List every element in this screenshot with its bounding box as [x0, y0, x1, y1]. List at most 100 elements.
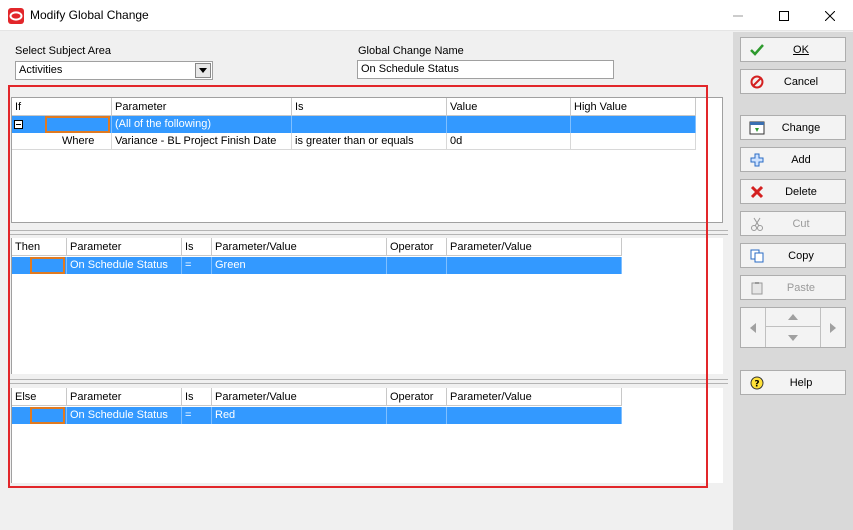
header-then[interactable]: Then — [12, 238, 67, 256]
global-change-name-label: Global Change Name — [358, 45, 464, 57]
collapse-icon[interactable] — [14, 120, 23, 129]
clipboard-icon — [751, 281, 763, 294]
arrow-left-icon — [750, 322, 756, 333]
table-row[interactable]: Where Variance - BL Project Finish Date … — [12, 133, 696, 150]
delete-button[interactable]: Delete — [740, 179, 846, 204]
header-is[interactable]: Is — [292, 98, 447, 116]
high-value-cell[interactable] — [571, 116, 696, 133]
ok-button[interactable]: OK — [740, 37, 846, 62]
subject-area-value: Activities — [19, 64, 63, 76]
focused-cell[interactable] — [45, 116, 110, 133]
header-is[interactable]: Is — [182, 238, 212, 256]
table-row[interactable]: (All of the following) — [12, 116, 696, 133]
high-value-cell[interactable] — [571, 133, 696, 150]
else-grid[interactable]: Else Parameter Is Parameter/Value Operat… — [11, 388, 723, 483]
cut-button[interactable]: Cut — [740, 211, 846, 236]
then-grid[interactable]: Then Parameter Is Parameter/Value Operat… — [11, 238, 723, 374]
if-grid-header: If Parameter Is Value High Value — [12, 98, 696, 116]
is-cell[interactable]: = — [182, 407, 212, 424]
value2-cell[interactable] — [447, 407, 622, 424]
app-logo-icon — [8, 8, 24, 24]
add-button[interactable]: Add — [740, 147, 846, 172]
header-parameter[interactable]: Parameter — [112, 98, 292, 116]
minimize-button[interactable] — [715, 0, 761, 31]
header-operator[interactable]: Operator — [387, 238, 447, 256]
focused-cell[interactable] — [30, 257, 65, 274]
move-down-button[interactable] — [766, 328, 820, 347]
header-parameter-value-2[interactable]: Parameter/Value — [447, 238, 622, 256]
header-high-value[interactable]: High Value — [571, 98, 696, 116]
is-cell[interactable]: is greater than or equals — [292, 133, 447, 150]
then-grid-header: Then Parameter Is Parameter/Value Operat… — [12, 238, 622, 256]
value-cell[interactable]: Green — [212, 257, 387, 274]
help-icon: ? — [750, 376, 764, 389]
header-parameter[interactable]: Parameter — [67, 238, 182, 256]
table-row[interactable]: On Schedule Status = Red — [12, 407, 622, 424]
header-parameter-value-2[interactable]: Parameter/Value — [447, 388, 622, 406]
focused-cell[interactable] — [30, 407, 65, 424]
copy-icon — [750, 249, 764, 262]
header-value[interactable]: Value — [447, 98, 571, 116]
scissors-icon — [751, 217, 763, 231]
subject-area-select[interactable]: Activities — [15, 61, 213, 80]
minimize-icon — [733, 15, 743, 16]
help-button[interactable]: ? Help — [740, 370, 846, 395]
splitter[interactable] — [8, 230, 728, 235]
header-operator[interactable]: Operator — [387, 388, 447, 406]
header-parameter[interactable]: Parameter — [67, 388, 182, 406]
plus-icon — [750, 153, 764, 166]
arrow-right-icon — [830, 322, 836, 333]
is-cell[interactable] — [292, 116, 447, 133]
parameter-cell[interactable]: Variance - BL Project Finish Date — [112, 133, 292, 150]
paste-button[interactable]: Paste — [740, 275, 846, 300]
maximize-icon — [779, 10, 789, 21]
move-pad — [740, 307, 846, 348]
cancel-button[interactable]: Cancel — [740, 69, 846, 94]
value2-cell[interactable] — [447, 257, 622, 274]
change-icon — [749, 121, 765, 134]
arrow-up-icon — [788, 314, 798, 320]
svg-text:?: ? — [754, 379, 759, 389]
parameter-cell[interactable]: On Schedule Status — [67, 407, 182, 424]
header-parameter-value[interactable]: Parameter/Value — [212, 388, 387, 406]
header-parameter-value[interactable]: Parameter/Value — [212, 238, 387, 256]
if-grid[interactable]: If Parameter Is Value High Value (All of… — [11, 97, 723, 223]
parameter-cell[interactable]: On Schedule Status — [67, 257, 182, 274]
value-cell[interactable] — [447, 116, 571, 133]
subject-area-label: Select Subject Area — [15, 45, 112, 57]
close-button[interactable] — [807, 0, 853, 31]
window-title: Modify Global Change — [30, 8, 149, 22]
global-change-name-value: On Schedule Status — [361, 63, 459, 75]
splitter[interactable] — [8, 379, 728, 384]
parameter-cell[interactable]: (All of the following) — [112, 116, 292, 133]
is-cell[interactable]: = — [182, 257, 212, 274]
table-row[interactable]: On Schedule Status = Green — [12, 257, 622, 274]
move-up-button[interactable] — [766, 308, 820, 327]
value-cell[interactable]: 0d — [447, 133, 571, 150]
chevron-down-icon — [199, 68, 207, 73]
global-change-name-input[interactable]: On Schedule Status — [357, 60, 614, 79]
move-right-button[interactable] — [820, 308, 845, 347]
copy-button[interactable]: Copy — [740, 243, 846, 268]
if-cell[interactable]: Where — [12, 133, 112, 150]
else-grid-header: Else Parameter Is Parameter/Value Operat… — [12, 388, 622, 406]
title-bar: Modify Global Change — [0, 0, 853, 31]
header-is[interactable]: Is — [182, 388, 212, 406]
arrow-down-icon — [788, 334, 798, 341]
if-cell[interactable] — [12, 116, 112, 133]
change-button[interactable]: Change — [740, 115, 846, 140]
close-icon — [825, 10, 835, 21]
operator-cell[interactable] — [387, 407, 447, 424]
cancel-icon — [750, 75, 764, 88]
then-cell[interactable] — [12, 257, 67, 274]
maximize-button[interactable] — [761, 0, 807, 31]
value-cell[interactable]: Red — [212, 407, 387, 424]
checkmark-icon — [750, 43, 764, 56]
operator-cell[interactable] — [387, 257, 447, 274]
header-else[interactable]: Else — [12, 388, 67, 406]
move-left-button[interactable] — [741, 308, 766, 347]
header-if[interactable]: If — [12, 98, 112, 116]
delete-x-icon — [750, 185, 764, 198]
dropdown-button[interactable] — [195, 63, 211, 78]
else-cell[interactable] — [12, 407, 67, 424]
